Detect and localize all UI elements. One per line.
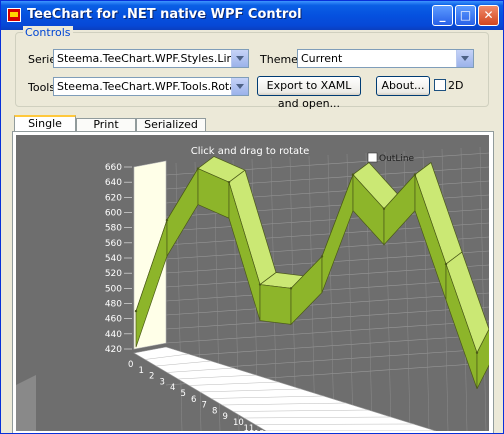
- x-tick-label: 12: [254, 430, 265, 431]
- data-point: [475, 351, 479, 354]
- x-tick-label: 7: [202, 401, 207, 411]
- x-tick-label: 5: [181, 389, 186, 399]
- legend-item-outline: OutLine: [379, 154, 415, 164]
- data-point: [165, 218, 169, 222]
- data-point: [227, 180, 231, 184]
- data-point: [351, 173, 355, 176]
- y-tick-label: 620: [105, 193, 122, 203]
- tab-serialized-chart[interactable]: Serialized Chart: [136, 118, 206, 143]
- x-tick-label: 8: [212, 406, 217, 416]
- chart-title: Click and drag to rotate: [191, 146, 309, 157]
- y-tick-label: 440: [105, 330, 122, 340]
- data-point: [289, 287, 293, 290]
- close-button[interactable]: ✕: [478, 5, 499, 26]
- x-tick-label: 2: [149, 372, 154, 382]
- series-dropdown-value: Steema.TeeChart.WPF.Styles.Line: [57, 52, 241, 65]
- y-tick-label: 540: [105, 254, 122, 264]
- data-point: [444, 262, 448, 266]
- window-title: TeeChart for .NET native WPF Control: [27, 7, 302, 22]
- chevron-down-icon[interactable]: [231, 50, 248, 67]
- app-window: TeeChart for .NET native WPF Control _ □…: [0, 0, 504, 434]
- data-point: [134, 309, 138, 313]
- legend-checkbox-outline[interactable]: [367, 152, 378, 163]
- tab-print-chart[interactable]: Print Chart: [76, 118, 136, 143]
- x-tick-label: 4: [170, 383, 175, 393]
- title-bar[interactable]: TeeChart for .NET native WPF Control _ □…: [1, 1, 503, 30]
- x-tick-label: 11: [244, 424, 255, 431]
- tab-single-chart[interactable]: Single Chart: [14, 115, 76, 144]
- x-tick-label: 6: [191, 395, 196, 405]
- y-tick-label: 560: [105, 239, 122, 249]
- chart-canvas[interactable]: 420440460480500520540560580600620640660 …: [16, 135, 489, 431]
- series-dropdown[interactable]: Steema.TeeChart.WPF.Styles.Line: [53, 49, 249, 68]
- tools-dropdown-value: Steema.TeeChart.WPF.Tools.Rotate: [57, 80, 248, 93]
- data-point: [382, 207, 386, 210]
- teechart-3d-chart[interactable]: 420 440 460 480 500 520 540 560 580 600 620 640 660 …: [16, 135, 489, 431]
- x-tick-label: 0: [128, 360, 133, 370]
- themes-dropdown-value: Current: [301, 52, 343, 65]
- data-point: [413, 173, 417, 176]
- 2d-checkbox[interactable]: [434, 79, 446, 91]
- y-tick-label: 640: [105, 178, 122, 188]
- data-point: [196, 167, 200, 170]
- x-tick-label: 3: [160, 377, 165, 387]
- y-tick-label: 500: [105, 284, 122, 294]
- y-tick-label: 580: [105, 224, 122, 234]
- data-point: [258, 283, 262, 286]
- 2d-checkbox-label: 2D: [448, 79, 464, 92]
- chevron-down-icon[interactable]: [456, 50, 473, 67]
- y-tick-label: 420: [105, 345, 122, 355]
- x-tick-label: 10: [233, 418, 244, 428]
- y-tick-label: 600: [105, 209, 122, 219]
- minimize-button[interactable]: _: [432, 5, 453, 26]
- app-icon[interactable]: [7, 8, 21, 22]
- chevron-down-icon[interactable]: [231, 78, 248, 95]
- data-point: [320, 255, 324, 258]
- tools-dropdown[interactable]: Steema.TeeChart.WPF.Tools.Rotate: [53, 77, 249, 96]
- ribbon-front-face: [259, 284, 292, 325]
- y-tick-label: 520: [105, 269, 122, 279]
- y-tick-label: 660: [105, 163, 122, 173]
- y-tick-label: 480: [105, 300, 122, 310]
- y-tick-label: 460: [105, 315, 122, 325]
- controls-group-title: Controls: [23, 26, 73, 39]
- export-xaml-button[interactable]: Export to XAML and open...: [257, 76, 361, 110]
- x-tick-label: 1: [139, 366, 144, 376]
- x-tick-label: 9: [223, 412, 228, 422]
- maximize-button[interactable]: □: [455, 5, 476, 26]
- about-button[interactable]: About...: [376, 76, 430, 96]
- themes-dropdown[interactable]: Current: [297, 49, 474, 68]
